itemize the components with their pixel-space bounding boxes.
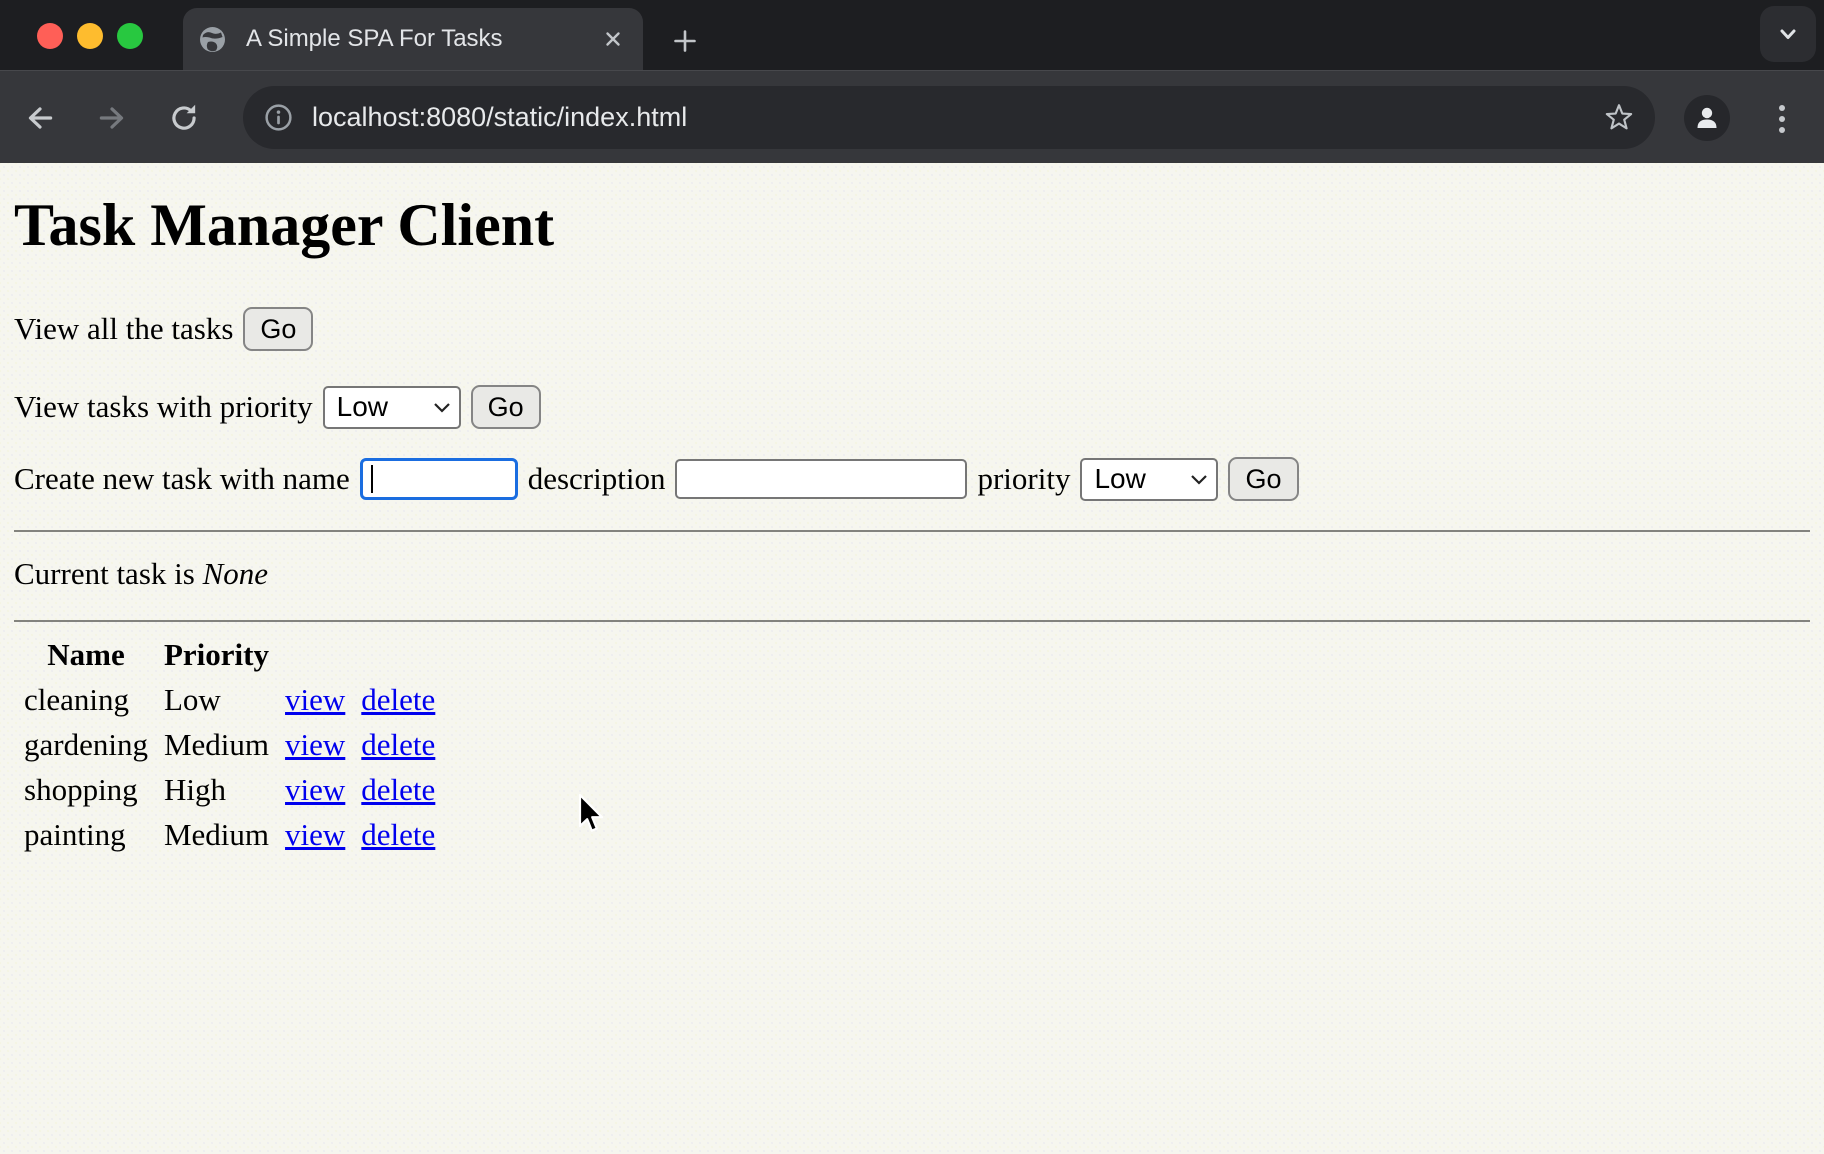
task-name-input[interactable]: [360, 458, 518, 500]
priority-filter-select[interactable]: Low: [323, 386, 461, 429]
minimize-window-button[interactable]: [77, 23, 103, 49]
browser-tab[interactable]: A Simple SPA For Tasks: [183, 8, 643, 70]
page-title: Task Manager Client: [14, 191, 1810, 260]
task-description-input[interactable]: [675, 459, 967, 499]
info-icon[interactable]: [263, 102, 294, 133]
table-row: gardening Medium view delete: [18, 725, 441, 765]
task-name-cell: gardening: [18, 725, 154, 765]
task-priority-cell: Medium: [158, 815, 275, 855]
close-window-button[interactable]: [37, 23, 63, 49]
priority-column-header: Priority: [158, 635, 275, 675]
task-priority-cell: Low: [158, 680, 275, 720]
delete-link[interactable]: delete: [361, 772, 435, 807]
tab-bar: A Simple SPA For Tasks: [0, 0, 1824, 70]
description-label: description: [528, 461, 666, 497]
task-priority-cell: High: [158, 770, 275, 810]
create-task-label: Create new task with name: [14, 461, 350, 497]
star-icon[interactable]: [1603, 102, 1635, 134]
view-by-priority-label: View tasks with priority: [14, 389, 313, 425]
three-dot-menu-icon[interactable]: [1764, 99, 1800, 139]
view-link[interactable]: view: [285, 772, 345, 807]
divider: [14, 620, 1810, 622]
view-link[interactable]: view: [285, 682, 345, 717]
priority-label: priority: [977, 461, 1070, 497]
url-bar[interactable]: localhost:8080/static/index.html: [243, 86, 1655, 149]
reload-icon[interactable]: [160, 100, 208, 136]
task-name-cell: shopping: [18, 770, 154, 810]
current-task-prefix: Current task is: [14, 556, 195, 591]
zoom-window-button[interactable]: [117, 23, 143, 49]
priority-filter-selected-value: Low: [337, 391, 388, 423]
divider: [14, 530, 1810, 532]
name-column-header: Name: [18, 635, 154, 675]
chevron-down-icon[interactable]: [1760, 6, 1816, 62]
tasks-table: Name Priority cleaning Low view delete g…: [14, 630, 445, 860]
delete-link[interactable]: delete: [361, 727, 435, 762]
view-all-label: View all the tasks: [14, 311, 233, 347]
avatar-icon[interactable]: [1684, 95, 1730, 141]
current-task-line: Current task is None: [14, 556, 1810, 592]
view-all-row: View all the tasks Go: [14, 306, 1810, 352]
chevron-down-icon: [431, 397, 453, 417]
close-icon[interactable]: [599, 25, 627, 53]
task-priority-cell: Medium: [158, 725, 275, 765]
traffic-lights: [37, 23, 143, 49]
tab-title: A Simple SPA For Tasks: [246, 25, 599, 53]
create-task-go-button[interactable]: Go: [1228, 457, 1298, 501]
table-header-row: Name Priority: [18, 635, 441, 675]
task-name-cell: cleaning: [18, 680, 154, 720]
view-all-go-button[interactable]: Go: [243, 307, 313, 351]
page-content: Task Manager Client View all the tasks G…: [0, 163, 1824, 1154]
table-row: painting Medium view delete: [18, 815, 441, 855]
new-task-priority-selected-value: Low: [1094, 463, 1145, 495]
back-icon[interactable]: [16, 100, 64, 136]
table-row: cleaning Low view delete: [18, 680, 441, 720]
table-row: shopping High view delete: [18, 770, 441, 810]
forward-icon[interactable]: [88, 100, 136, 136]
view-by-priority-row: View tasks with priority Low Go: [14, 384, 1810, 430]
current-task-value: None: [203, 556, 268, 591]
url-text[interactable]: localhost:8080/static/index.html: [312, 102, 1603, 133]
task-name-cell: painting: [18, 815, 154, 855]
browser-toolbar: localhost:8080/static/index.html: [0, 70, 1824, 163]
plus-icon[interactable]: [664, 20, 706, 62]
view-by-priority-go-button[interactable]: Go: [471, 385, 541, 429]
chevron-down-icon: [1188, 469, 1210, 489]
delete-link[interactable]: delete: [361, 682, 435, 717]
new-task-priority-select[interactable]: Low: [1080, 458, 1218, 501]
globe-icon: [199, 26, 226, 53]
view-link[interactable]: view: [285, 727, 345, 762]
text-caret: [371, 465, 373, 493]
view-link[interactable]: view: [285, 817, 345, 852]
delete-link[interactable]: delete: [361, 817, 435, 852]
create-task-row: Create new task with name description pr…: [14, 456, 1810, 502]
